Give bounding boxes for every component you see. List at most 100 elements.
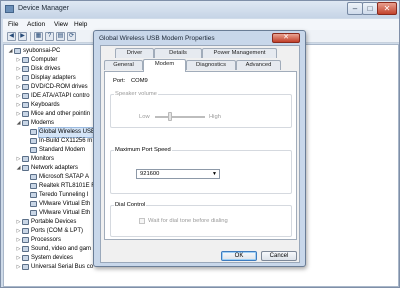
tree-item-disk-drives[interactable]: ▷ Disk drives (16, 65, 60, 74)
expand-icon[interactable]: ▷ (16, 56, 21, 65)
tree-label: Teredo Tunneling I (39, 192, 89, 198)
tree-root[interactable]: ◢ syubonsai-PC (8, 47, 60, 56)
tree-item-global-wireless-modem[interactable]: Global Wireless USE (24, 127, 97, 138)
display-adapter-icon (22, 75, 29, 81)
tab-advanced[interactable]: Advanced (236, 60, 281, 70)
scan-hardware-icon[interactable]: ⟳ (67, 32, 76, 41)
mouse-icon (22, 111, 29, 117)
tree-item-modems[interactable]: ◢ Modems (16, 119, 54, 128)
tab-details[interactable]: Details (154, 48, 202, 58)
sound-icon (22, 246, 29, 252)
tree-item-inbuild-modem[interactable]: In-Build CX11256 m (24, 137, 92, 146)
slider-thumb[interactable] (168, 112, 172, 121)
tree-item-microsoft-satap[interactable]: Microsoft SATAP A (24, 173, 89, 182)
expand-icon[interactable]: ▷ (16, 65, 21, 74)
minimize-button[interactable]: – (347, 2, 363, 15)
back-icon[interactable]: ◀ (7, 32, 16, 41)
tab-modem[interactable]: Modem (143, 59, 186, 72)
tab-general[interactable]: General (104, 60, 143, 70)
expand-icon[interactable]: ▷ (16, 74, 21, 83)
speaker-volume-slider[interactable] (155, 116, 205, 118)
tree-item-computer[interactable]: ▷ Computer (16, 56, 57, 65)
wait-dial-tone-checkbox[interactable] (139, 218, 145, 224)
help-icon[interactable]: ? (45, 32, 54, 41)
tab-driver[interactable]: Driver (115, 48, 154, 58)
tree-item-standard-modem[interactable]: Standard Modem (24, 146, 85, 155)
title-bar: Device Manager – □ ✕ (1, 1, 399, 18)
dvd-drive-icon (22, 84, 29, 90)
menu-help[interactable]: Help (74, 21, 87, 28)
tree-label: Monitors (31, 156, 55, 162)
window-title: Device Manager (18, 5, 69, 12)
tree-item-system-devices[interactable]: ▷ System devices (16, 254, 73, 263)
dialog-close-button[interactable]: ✕ (272, 33, 300, 43)
tree-item-dvd-drives[interactable]: ▷ DVD/CD-ROM drives (16, 83, 88, 92)
tree-item-ide-controllers[interactable]: ▷ IDE ATA/ATAPI contro (16, 92, 90, 101)
maximize-button[interactable]: □ (362, 2, 378, 15)
show-hide-tree-icon[interactable]: ▦ (34, 32, 43, 41)
menu-file[interactable]: File (8, 21, 18, 28)
tree-label: Microsoft SATAP A (39, 174, 90, 180)
tree-label: Modems (31, 120, 55, 126)
menu-action[interactable]: Action (27, 21, 45, 28)
tree-label: Computer (31, 57, 58, 63)
tree-label: VMware Virtual Eth (39, 210, 91, 216)
network-adapter-icon (22, 165, 29, 171)
speaker-volume-title: Speaker volume (114, 91, 158, 97)
speaker-low-label: Low (139, 114, 150, 120)
expand-icon[interactable]: ▷ (16, 218, 21, 227)
tree-item-teredo[interactable]: Teredo Tunneling I (24, 191, 88, 200)
expand-icon[interactable]: ◢ (8, 47, 13, 56)
max-port-speed-value: 921600 (140, 171, 160, 177)
tree-item-usb-controllers[interactable]: ▷ Universal Serial Bus co (16, 263, 93, 272)
network-adapter-icon (30, 192, 37, 198)
tree-label: Sound, video and gam (31, 246, 92, 252)
expand-icon[interactable]: ▷ (16, 155, 21, 164)
tree-item-mice[interactable]: ▷ Mice and other pointin (16, 110, 90, 119)
tree-label: Universal Serial Bus co (31, 264, 94, 270)
tree-item-network-adapters[interactable]: ◢ Network adapters (16, 164, 78, 173)
modem-tab-panel: Port: COM9 Speaker volume Low High Maxim… (104, 71, 297, 240)
tree-item-portable-devices[interactable]: ▷ Portable Devices (16, 218, 76, 227)
cancel-button[interactable]: Cancel (261, 251, 297, 261)
expand-icon[interactable]: ▷ (16, 236, 21, 245)
expand-icon[interactable]: ▷ (16, 101, 21, 110)
menu-bar: File Action View Help (3, 19, 399, 30)
tree-item-ports[interactable]: ▷ Ports (COM & LPT) (16, 227, 83, 236)
tree-label: Processors (31, 237, 62, 243)
expand-icon[interactable]: ▷ (16, 263, 21, 272)
expand-icon[interactable]: ▷ (16, 254, 21, 263)
portable-device-icon (22, 219, 29, 225)
expand-icon[interactable]: ▷ (16, 83, 21, 92)
tree-item-realtek[interactable]: Realtek RTL8101E F (24, 182, 95, 191)
ok-button[interactable]: OK (221, 251, 257, 261)
tree-item-processors[interactable]: ▷ Processors (16, 236, 61, 245)
tab-diagnostics[interactable]: Diagnostics (186, 60, 236, 70)
expand-icon[interactable]: ▷ (16, 245, 21, 254)
collapse-icon[interactable]: ◢ (16, 119, 21, 128)
tab-power-management[interactable]: Power Management (202, 48, 277, 58)
tree-label: Ports (COM & LPT) (31, 228, 84, 234)
forward-icon[interactable]: ▶ (18, 32, 27, 41)
speaker-high-label: High (209, 114, 221, 120)
tree-label: DVD/CD-ROM drives (31, 84, 88, 90)
tree-item-monitors[interactable]: ▷ Monitors (16, 155, 54, 164)
expand-icon[interactable]: ▷ (16, 110, 21, 119)
expand-icon[interactable]: ▷ (16, 92, 21, 101)
tree-item-keyboards[interactable]: ▷ Keyboards (16, 101, 60, 110)
properties-icon[interactable]: ▤ (56, 32, 65, 41)
close-button[interactable]: ✕ (377, 2, 397, 15)
dialog-title: Global Wireless USB Modem Properties (99, 35, 215, 42)
expand-icon[interactable]: ▷ (16, 227, 21, 236)
collapse-icon[interactable]: ◢ (16, 164, 21, 173)
menu-view[interactable]: View (54, 21, 68, 28)
tree-label: System devices (31, 255, 74, 261)
max-port-speed-select[interactable]: 921600 ▼ (136, 169, 220, 179)
max-port-speed-title: Maximum Port Speed (114, 147, 172, 153)
tree-item-sound[interactable]: ▷ Sound, video and gam (16, 245, 91, 254)
tree-item-display-adapters[interactable]: ▷ Display adapters (16, 74, 76, 83)
tree-item-vmware-2[interactable]: VMware Virtual Eth (24, 209, 90, 218)
network-adapter-icon (30, 183, 37, 189)
tree-label: Disk drives (31, 66, 61, 72)
tree-item-vmware-1[interactable]: VMware Virtual Eth (24, 200, 90, 209)
